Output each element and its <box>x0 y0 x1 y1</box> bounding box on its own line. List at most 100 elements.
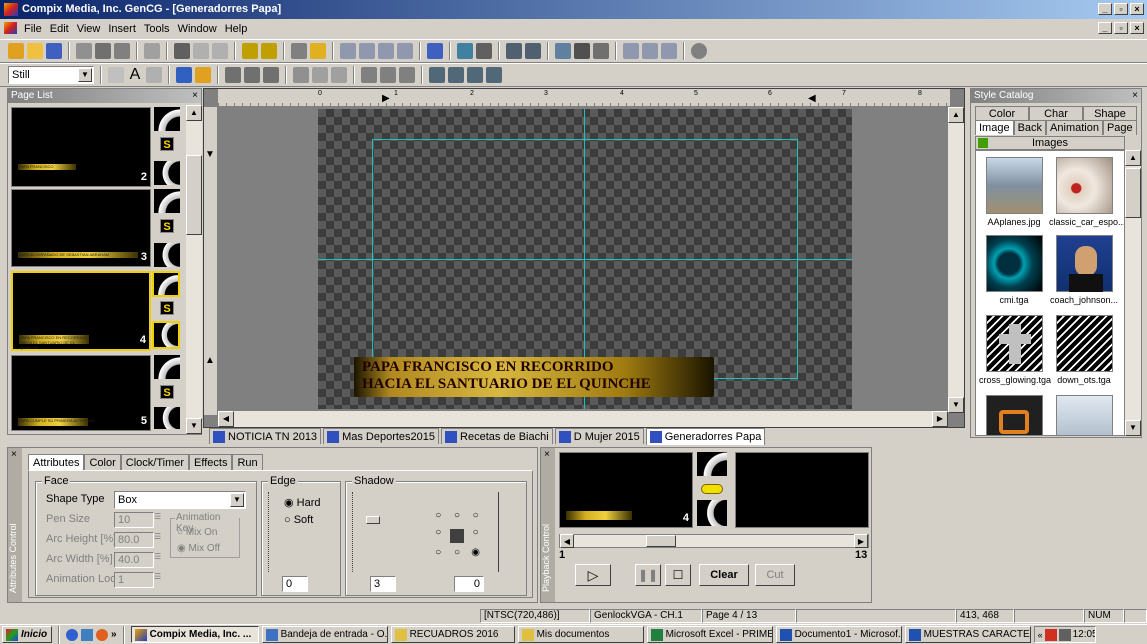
record-dot-icon[interactable] <box>691 43 707 59</box>
lower-third-line1[interactable]: PAPA FRANCISCO EN RECORRIDO <box>354 357 714 376</box>
cut-button[interactable]: Cut <box>755 564 795 586</box>
doc-tab-mujer[interactable]: D Mujer 2015 <box>554 428 644 444</box>
save-icon[interactable] <box>46 43 62 59</box>
animation-loop-field[interactable]: 1 <box>114 572 154 588</box>
align-right-icon[interactable] <box>263 67 279 83</box>
preview-monitor[interactable]: 4 <box>559 452 693 528</box>
tab-char[interactable]: Char <box>1029 106 1083 121</box>
firefox-icon[interactable] <box>96 628 108 641</box>
image-thumb[interactable] <box>986 235 1043 292</box>
image-thumb[interactable] <box>986 157 1043 214</box>
taskbar-recuadros[interactable]: RECUADROS 2016 <box>390 626 515 643</box>
tab-image[interactable]: Image <box>975 120 1014 135</box>
close-button[interactable]: × <box>1130 3 1144 15</box>
layer-down-icon[interactable] <box>448 67 464 83</box>
clear-button[interactable]: Clear <box>699 564 749 586</box>
image-thumb[interactable] <box>986 315 1043 372</box>
ungroup-icon[interactable] <box>380 67 396 83</box>
images-folder-bar[interactable]: Images <box>975 136 1125 150</box>
scroll-down-icon[interactable]: ▼ <box>186 418 202 434</box>
start-button[interactable]: Inicio <box>2 626 52 643</box>
editor-h-scrollbar[interactable]: ◀ ▶ <box>218 411 948 427</box>
new-icon[interactable] <box>8 43 24 59</box>
tab-attributes[interactable]: Attributes <box>28 454 85 471</box>
transition-out-icon[interactable] <box>154 243 180 267</box>
image-thumb[interactable] <box>986 395 1043 435</box>
lower-third-line2[interactable]: HACIA EL SANTUARIO DE EL QUINCHE <box>354 376 714 393</box>
page-thumb-4-selected[interactable]: PAPA FRANCISCO EN RECORRIDO HACIA EL SAN… <box>11 271 151 351</box>
play-button[interactable]: ▷ <box>575 564 611 586</box>
shadow-slider[interactable] <box>352 492 362 572</box>
transition-in-icon[interactable] <box>154 189 180 213</box>
restore-button[interactable]: ▫ <box>1114 3 1128 15</box>
shadow-dir-n-radio[interactable]: ○ <box>449 510 466 525</box>
list-icon[interactable] <box>476 43 492 59</box>
menu-window[interactable]: Window <box>174 23 221 35</box>
last-page-icon[interactable] <box>397 43 413 59</box>
menu-tools[interactable]: Tools <box>140 23 174 35</box>
open-icon[interactable] <box>27 43 43 59</box>
settings-icon[interactable] <box>593 43 609 59</box>
monitor-icon[interactable] <box>457 43 473 59</box>
edge-slider[interactable] <box>268 492 278 572</box>
effects-icon[interactable] <box>310 43 326 59</box>
tab-animation[interactable]: Animation <box>1046 120 1103 135</box>
stop-icon[interactable] <box>661 43 677 59</box>
edge-value-field[interactable]: 0 <box>282 576 308 592</box>
next-page-icon[interactable] <box>378 43 394 59</box>
shadow-slider-thumb[interactable] <box>366 516 380 524</box>
preview-icon[interactable] <box>427 43 443 59</box>
scroll-up-icon[interactable]: ▲ <box>948 107 964 123</box>
tray-icon[interactable] <box>1044 628 1057 641</box>
record-icon[interactable] <box>506 43 522 59</box>
shadow-opacity-field[interactable]: 0 <box>454 576 484 592</box>
arc-width-field[interactable]: 40.0 <box>114 552 154 568</box>
quicklaunch-icon[interactable] <box>81 628 93 641</box>
grid-icon[interactable] <box>555 43 571 59</box>
shadow-dir-e-radio[interactable]: ○ <box>467 527 484 545</box>
doc-minimize-button[interactable]: _ <box>1098 22 1112 34</box>
shadow-dir-s-radio[interactable]: ○ <box>449 547 466 562</box>
paste-icon[interactable] <box>114 43 130 59</box>
bottom-margin-marker-icon[interactable]: ▲ <box>205 355 215 366</box>
image-thumb[interactable] <box>1056 395 1113 435</box>
stop-button[interactable]: ☐ <box>665 564 691 586</box>
menu-help[interactable]: Help <box>221 23 252 35</box>
transition-in-icon[interactable] <box>154 355 180 379</box>
page-thumb-5[interactable]: PAPA CUMPLE SU PRIMERA ACTIVIDAD 5 <box>11 355 151 431</box>
arc-height-field[interactable]: 80.0 <box>114 532 154 548</box>
lock-icon[interactable] <box>242 43 258 59</box>
right-margin-marker-icon[interactable]: ◀ <box>808 93 816 104</box>
eject-icon[interactable] <box>642 43 658 59</box>
menu-insert[interactable]: Insert <box>104 23 140 35</box>
clip-tool-icon[interactable] <box>195 67 211 83</box>
image-thumb[interactable] <box>1056 315 1113 372</box>
taskbar-outlook[interactable]: Bandeja de entrada - O... <box>261 626 388 643</box>
tab-shape[interactable]: Shape <box>1083 106 1137 121</box>
layer-back-icon[interactable] <box>486 67 502 83</box>
layer-front-icon[interactable] <box>467 67 483 83</box>
sequence-icon[interactable] <box>574 43 590 59</box>
scroll-left-icon[interactable]: ◀ <box>560 534 574 548</box>
taskbar-compix[interactable]: Compix Media, Inc. ... <box>130 626 259 643</box>
tab-back[interactable]: Back <box>1013 120 1047 135</box>
close-icon[interactable]: × <box>544 449 550 460</box>
lower-third-graphic[interactable]: PAPA FRANCISCO EN RECORRIDO HACIA EL SAN… <box>354 357 714 397</box>
scroll-left-icon[interactable]: ◀ <box>218 411 234 427</box>
scroll-up-icon[interactable]: ▲ <box>1125 150 1141 166</box>
pointer-icon[interactable] <box>108 67 124 83</box>
close-icon[interactable]: × <box>11 449 17 460</box>
layout-icon[interactable] <box>291 43 307 59</box>
scrubber-thumb[interactable] <box>646 535 676 547</box>
scroll-right-icon[interactable]: ▶ <box>854 534 868 548</box>
layer-up-icon[interactable] <box>429 67 445 83</box>
tab-color[interactable]: Color <box>84 454 121 471</box>
taskbar-muestras[interactable]: MUESTRAS CARACTER... <box>904 626 1031 643</box>
v-spacing-icon[interactable] <box>312 67 328 83</box>
still-badge[interactable]: S <box>160 219 174 233</box>
order-icon[interactable] <box>399 67 415 83</box>
cut-icon[interactable] <box>76 43 92 59</box>
doc-tab-recetas[interactable]: Recetas de Biachi <box>441 428 553 444</box>
transition-out-icon[interactable] <box>697 500 727 526</box>
line-tool-icon[interactable] <box>146 67 162 83</box>
